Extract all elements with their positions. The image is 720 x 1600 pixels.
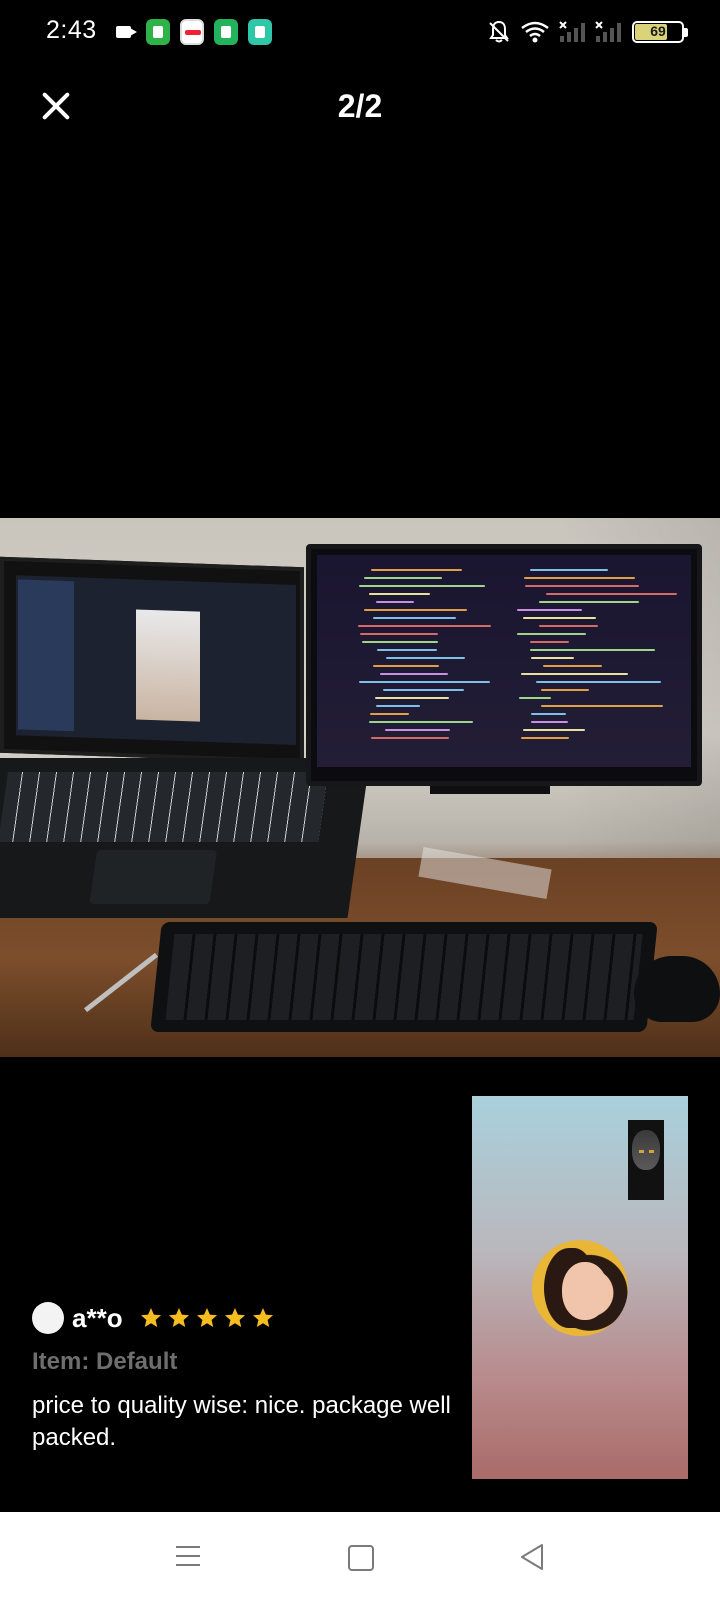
battery-icon: 69 bbox=[632, 21, 690, 45]
status-bar: 2:43 69 bbox=[0, 0, 720, 64]
review-block: a**o Item: Default price to quality wise… bbox=[32, 1300, 452, 1454]
monitor bbox=[306, 544, 702, 786]
status-time: 2:43 bbox=[46, 16, 97, 44]
caller-avatar bbox=[532, 1240, 628, 1336]
keyboard bbox=[150, 922, 658, 1032]
star-icon bbox=[223, 1306, 247, 1330]
menu-button[interactable] bbox=[168, 1542, 208, 1572]
star-icon bbox=[139, 1306, 163, 1330]
star-icon bbox=[195, 1306, 219, 1330]
wifi-icon bbox=[521, 21, 549, 43]
lazada-app-icon bbox=[180, 19, 204, 45]
self-camera-preview bbox=[628, 1120, 664, 1200]
app-store-icon bbox=[146, 19, 170, 45]
video-camera-icon bbox=[116, 26, 137, 38]
bell-off-icon bbox=[489, 20, 509, 43]
reviewer-name: a**o bbox=[72, 1302, 123, 1333]
home-button[interactable] bbox=[340, 1542, 380, 1572]
avatar bbox=[32, 1302, 64, 1334]
menu-icon bbox=[176, 1546, 200, 1548]
star-rating bbox=[139, 1306, 275, 1330]
star-icon bbox=[167, 1306, 191, 1330]
mouse bbox=[634, 956, 720, 1022]
shield-app-icon bbox=[214, 19, 238, 45]
signal-icon bbox=[559, 21, 585, 42]
laptop-screen bbox=[0, 556, 304, 764]
chat-app-icon bbox=[248, 19, 272, 45]
review-text: price to quality wise: nice. package wel… bbox=[32, 1392, 451, 1451]
back-icon bbox=[521, 1544, 543, 1570]
star-icon bbox=[251, 1306, 275, 1330]
image-counter: 2/2 bbox=[337, 88, 383, 124]
review-photo[interactable] bbox=[0, 518, 720, 1057]
battery-level: 69 bbox=[650, 23, 666, 39]
floating-video-call[interactable] bbox=[472, 1096, 688, 1479]
item-variant: Item: Default bbox=[32, 1348, 178, 1375]
back-button[interactable] bbox=[512, 1542, 552, 1572]
navigation-bar bbox=[0, 1512, 720, 1600]
signal-icon bbox=[595, 21, 621, 42]
reviewer-row: a**o bbox=[32, 1300, 452, 1336]
